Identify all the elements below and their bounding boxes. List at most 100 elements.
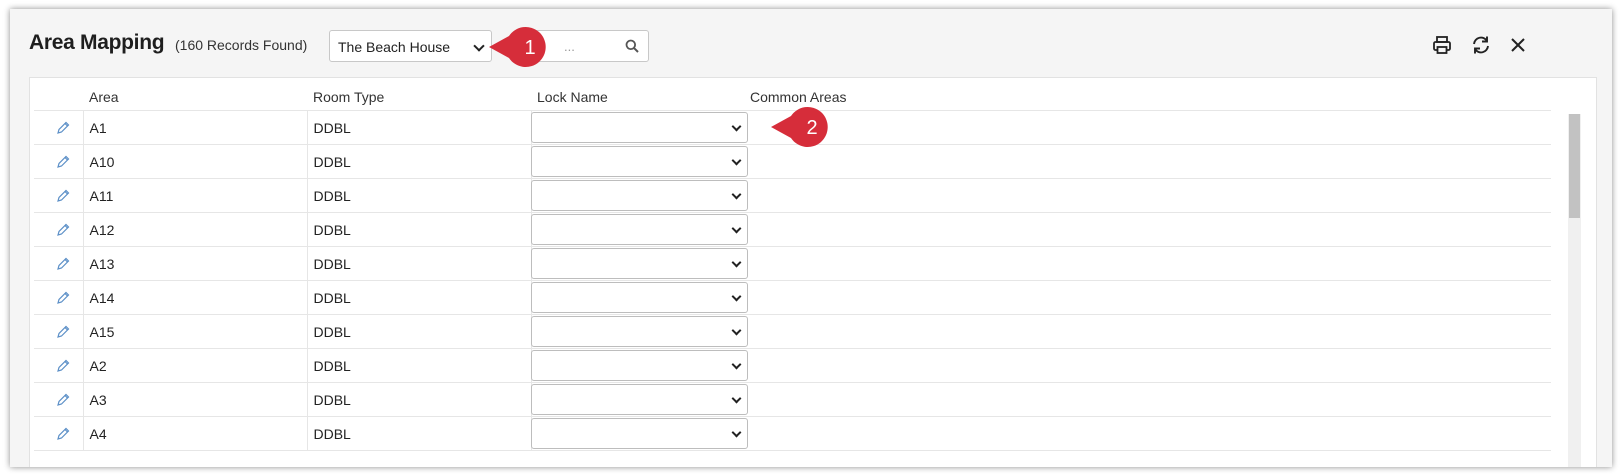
property-select[interactable]: The Beach House bbox=[329, 30, 492, 62]
header-bar: Area Mapping (160 Records Found) The Bea… bbox=[10, 9, 1612, 77]
edit-icon[interactable] bbox=[56, 325, 70, 339]
printer-icon[interactable] bbox=[1431, 34, 1453, 56]
marker-label: 1 bbox=[524, 37, 535, 59]
annotation-marker-2: 2 bbox=[771, 107, 828, 147]
area-cell: A4 bbox=[83, 416, 308, 451]
column-header-lock-name[interactable]: Lock Name bbox=[531, 84, 744, 111]
lock-name-cell bbox=[530, 178, 748, 213]
lock-name-select[interactable] bbox=[530, 350, 748, 381]
lock-name-select[interactable] bbox=[530, 214, 748, 245]
marker-label: 2 bbox=[806, 117, 817, 139]
close-icon[interactable] bbox=[1507, 34, 1529, 56]
chevron-down-icon bbox=[473, 40, 485, 52]
area-cell: A15 bbox=[83, 314, 308, 349]
common-areas-cell[interactable] bbox=[744, 144, 1551, 179]
search-icon[interactable] bbox=[625, 39, 639, 53]
edit-cell bbox=[34, 212, 84, 247]
table-row: A15 DDBL bbox=[34, 314, 1551, 349]
lock-name-select[interactable] bbox=[530, 146, 748, 177]
common-areas-cell[interactable] bbox=[744, 178, 1551, 213]
lock-name-select[interactable] bbox=[530, 418, 748, 449]
edit-icon[interactable] bbox=[56, 155, 70, 169]
room-type-cell: DDBL bbox=[307, 110, 532, 145]
common-areas-cell[interactable] bbox=[744, 212, 1551, 247]
lock-name-select[interactable] bbox=[530, 248, 748, 279]
chevron-down-icon bbox=[731, 291, 741, 302]
table-row: A3 DDBL bbox=[34, 382, 1551, 417]
edit-icon[interactable] bbox=[56, 359, 70, 373]
room-type-cell: DDBL bbox=[307, 144, 532, 179]
area-cell: A10 bbox=[83, 144, 308, 179]
table-row: A4 DDBL bbox=[34, 416, 1551, 451]
edit-icon[interactable] bbox=[56, 223, 70, 237]
table-row: A14 DDBL bbox=[34, 280, 1551, 315]
search-placeholder: ... bbox=[564, 39, 575, 54]
lock-name-cell bbox=[530, 280, 748, 315]
record-count: (160 Records Found) bbox=[175, 37, 308, 53]
lock-name-cell bbox=[530, 212, 748, 247]
common-areas-cell[interactable] bbox=[744, 314, 1551, 349]
edit-cell bbox=[34, 178, 84, 213]
lock-name-select[interactable] bbox=[530, 112, 748, 143]
lock-name-cell bbox=[530, 246, 748, 281]
table-row: A11 DDBL bbox=[34, 178, 1551, 213]
area-cell: A11 bbox=[83, 178, 308, 213]
chevron-down-icon bbox=[731, 189, 741, 200]
room-type-cell: DDBL bbox=[307, 178, 532, 213]
edit-cell bbox=[34, 416, 84, 451]
edit-icon[interactable] bbox=[56, 393, 70, 407]
common-areas-cell[interactable] bbox=[744, 348, 1551, 383]
lock-name-select[interactable] bbox=[530, 282, 748, 313]
area-cell: A2 bbox=[83, 348, 308, 383]
marker-shape bbox=[771, 107, 828, 147]
lock-name-select[interactable] bbox=[530, 180, 748, 211]
lock-name-cell bbox=[530, 416, 748, 451]
table-row: A13 DDBL bbox=[34, 246, 1551, 281]
annotation-marker-1: 1 bbox=[489, 27, 546, 68]
chevron-down-icon bbox=[731, 325, 741, 336]
lock-name-cell bbox=[530, 382, 748, 417]
column-header-common-areas[interactable]: Common Areas bbox=[744, 84, 1551, 111]
edit-icon[interactable] bbox=[56, 427, 70, 441]
common-areas-cell[interactable] bbox=[744, 280, 1551, 315]
edit-icon[interactable] bbox=[56, 121, 70, 135]
common-areas-cell[interactable] bbox=[744, 382, 1551, 417]
area-cell: A13 bbox=[83, 246, 308, 281]
area-mapping-panel: Area Mapping (160 Records Found) The Bea… bbox=[10, 9, 1612, 467]
lock-name-select[interactable] bbox=[530, 316, 748, 347]
common-areas-cell[interactable] bbox=[744, 416, 1551, 451]
column-header-room-type[interactable]: Room Type bbox=[307, 84, 531, 111]
table-row: A12 DDBL bbox=[34, 212, 1551, 247]
room-type-cell: DDBL bbox=[307, 212, 532, 247]
vertical-scrollbar[interactable] bbox=[1568, 114, 1581, 467]
lock-name-cell bbox=[530, 110, 748, 145]
scrollbar-thumb[interactable] bbox=[1569, 114, 1580, 218]
edit-cell bbox=[34, 144, 84, 179]
room-type-cell: DDBL bbox=[307, 382, 532, 417]
edit-cell bbox=[34, 382, 84, 417]
common-areas-cell[interactable] bbox=[744, 110, 1551, 145]
lock-name-cell bbox=[530, 348, 748, 383]
column-header-edit bbox=[34, 84, 83, 111]
chevron-down-icon bbox=[731, 257, 741, 268]
chevron-down-icon bbox=[731, 223, 741, 234]
common-areas-cell[interactable] bbox=[744, 246, 1551, 281]
column-header-area[interactable]: Area bbox=[83, 84, 307, 111]
refresh-icon[interactable] bbox=[1470, 34, 1492, 56]
room-type-cell: DDBL bbox=[307, 314, 532, 349]
edit-cell bbox=[34, 110, 84, 145]
lock-name-cell bbox=[530, 314, 748, 349]
marker-shape bbox=[489, 27, 546, 68]
lock-name-select[interactable] bbox=[530, 384, 748, 415]
chevron-down-icon bbox=[731, 359, 741, 370]
room-type-cell: DDBL bbox=[307, 416, 532, 451]
room-type-cell: DDBL bbox=[307, 246, 532, 281]
room-type-cell: DDBL bbox=[307, 280, 532, 315]
edit-icon[interactable] bbox=[56, 257, 70, 271]
edit-icon[interactable] bbox=[56, 291, 70, 305]
table-row: A2 DDBL bbox=[34, 348, 1551, 383]
edit-icon[interactable] bbox=[56, 189, 70, 203]
chevron-down-icon bbox=[731, 121, 741, 132]
area-cell: A14 bbox=[83, 280, 308, 315]
lock-name-cell bbox=[530, 144, 748, 179]
